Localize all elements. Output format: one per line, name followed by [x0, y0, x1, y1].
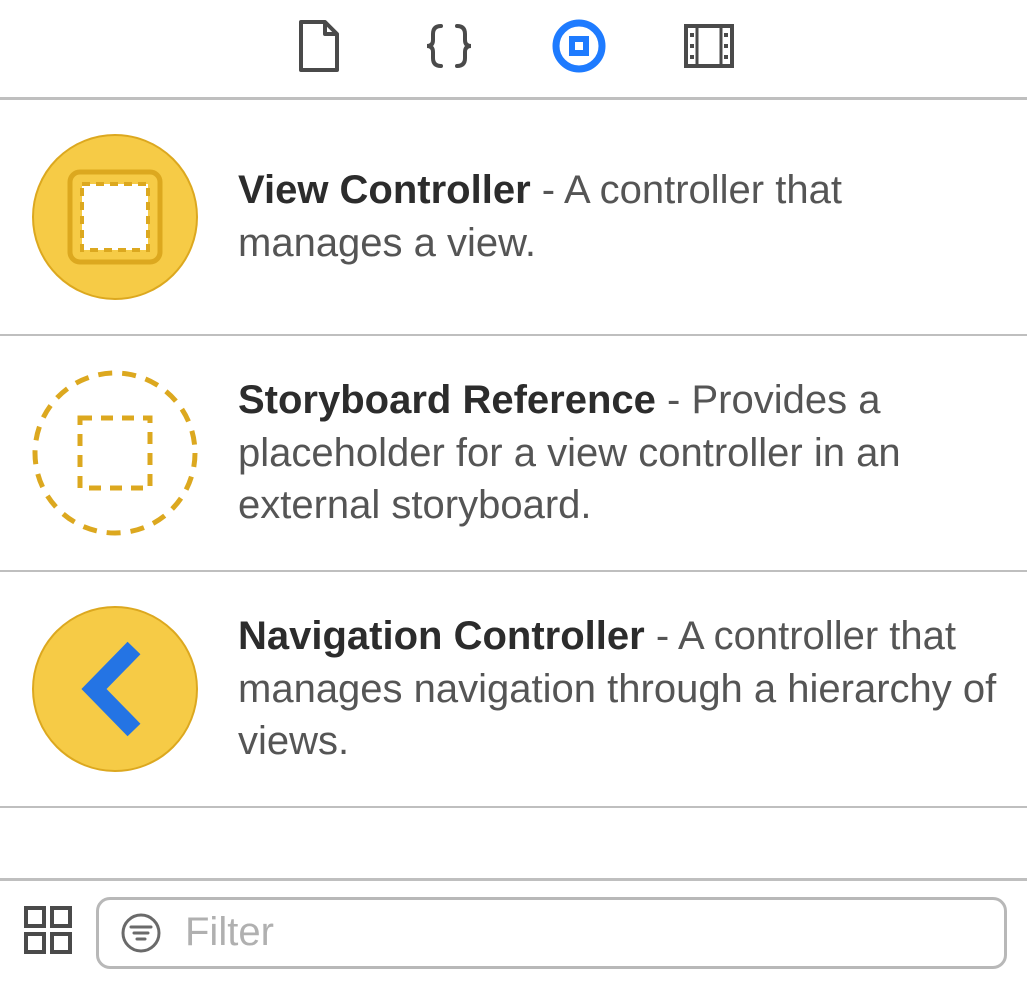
filter-icon [119, 911, 163, 955]
tab-file-templates[interactable] [291, 21, 347, 77]
dash-separator: - [645, 614, 678, 658]
library-item-view-controller[interactable]: View Controller - A controller that mana… [0, 100, 1027, 336]
braces-icon [423, 20, 475, 77]
library-item-text: Storyboard Reference - Provides a placeh… [238, 374, 1001, 532]
dash-separator: - [656, 378, 692, 422]
library-bottom-bar [0, 878, 1027, 984]
library-category-tabs [0, 0, 1027, 100]
library-item-title: Storyboard Reference [238, 378, 656, 422]
library-item-text: View Controller - A controller that mana… [238, 164, 1001, 270]
object-target-icon [551, 18, 607, 79]
storyboard-reference-icon [30, 368, 200, 538]
library-item-navigation-controller[interactable]: Navigation Controller - A controller tha… [0, 572, 1027, 808]
grid-icon [20, 902, 76, 963]
film-icon [683, 23, 735, 74]
library-item-title: Navigation Controller [238, 614, 645, 658]
tab-media-library[interactable] [681, 21, 737, 77]
library-item-storyboard-reference[interactable]: Storyboard Reference - Provides a placeh… [0, 336, 1027, 572]
tab-code-snippets[interactable] [421, 21, 477, 77]
library-item-title: View Controller [238, 168, 531, 212]
file-icon [297, 20, 341, 77]
navigation-controller-icon [30, 604, 200, 774]
filter-input[interactable] [183, 909, 984, 956]
tab-object-library[interactable] [551, 21, 607, 77]
view-controller-icon [30, 132, 200, 302]
grid-view-button[interactable] [18, 903, 78, 963]
dash-separator: - [531, 168, 564, 212]
filter-field[interactable] [96, 897, 1007, 969]
object-library-list: View Controller - A controller that mana… [0, 100, 1027, 808]
library-item-text: Navigation Controller - A controller tha… [238, 610, 1001, 768]
